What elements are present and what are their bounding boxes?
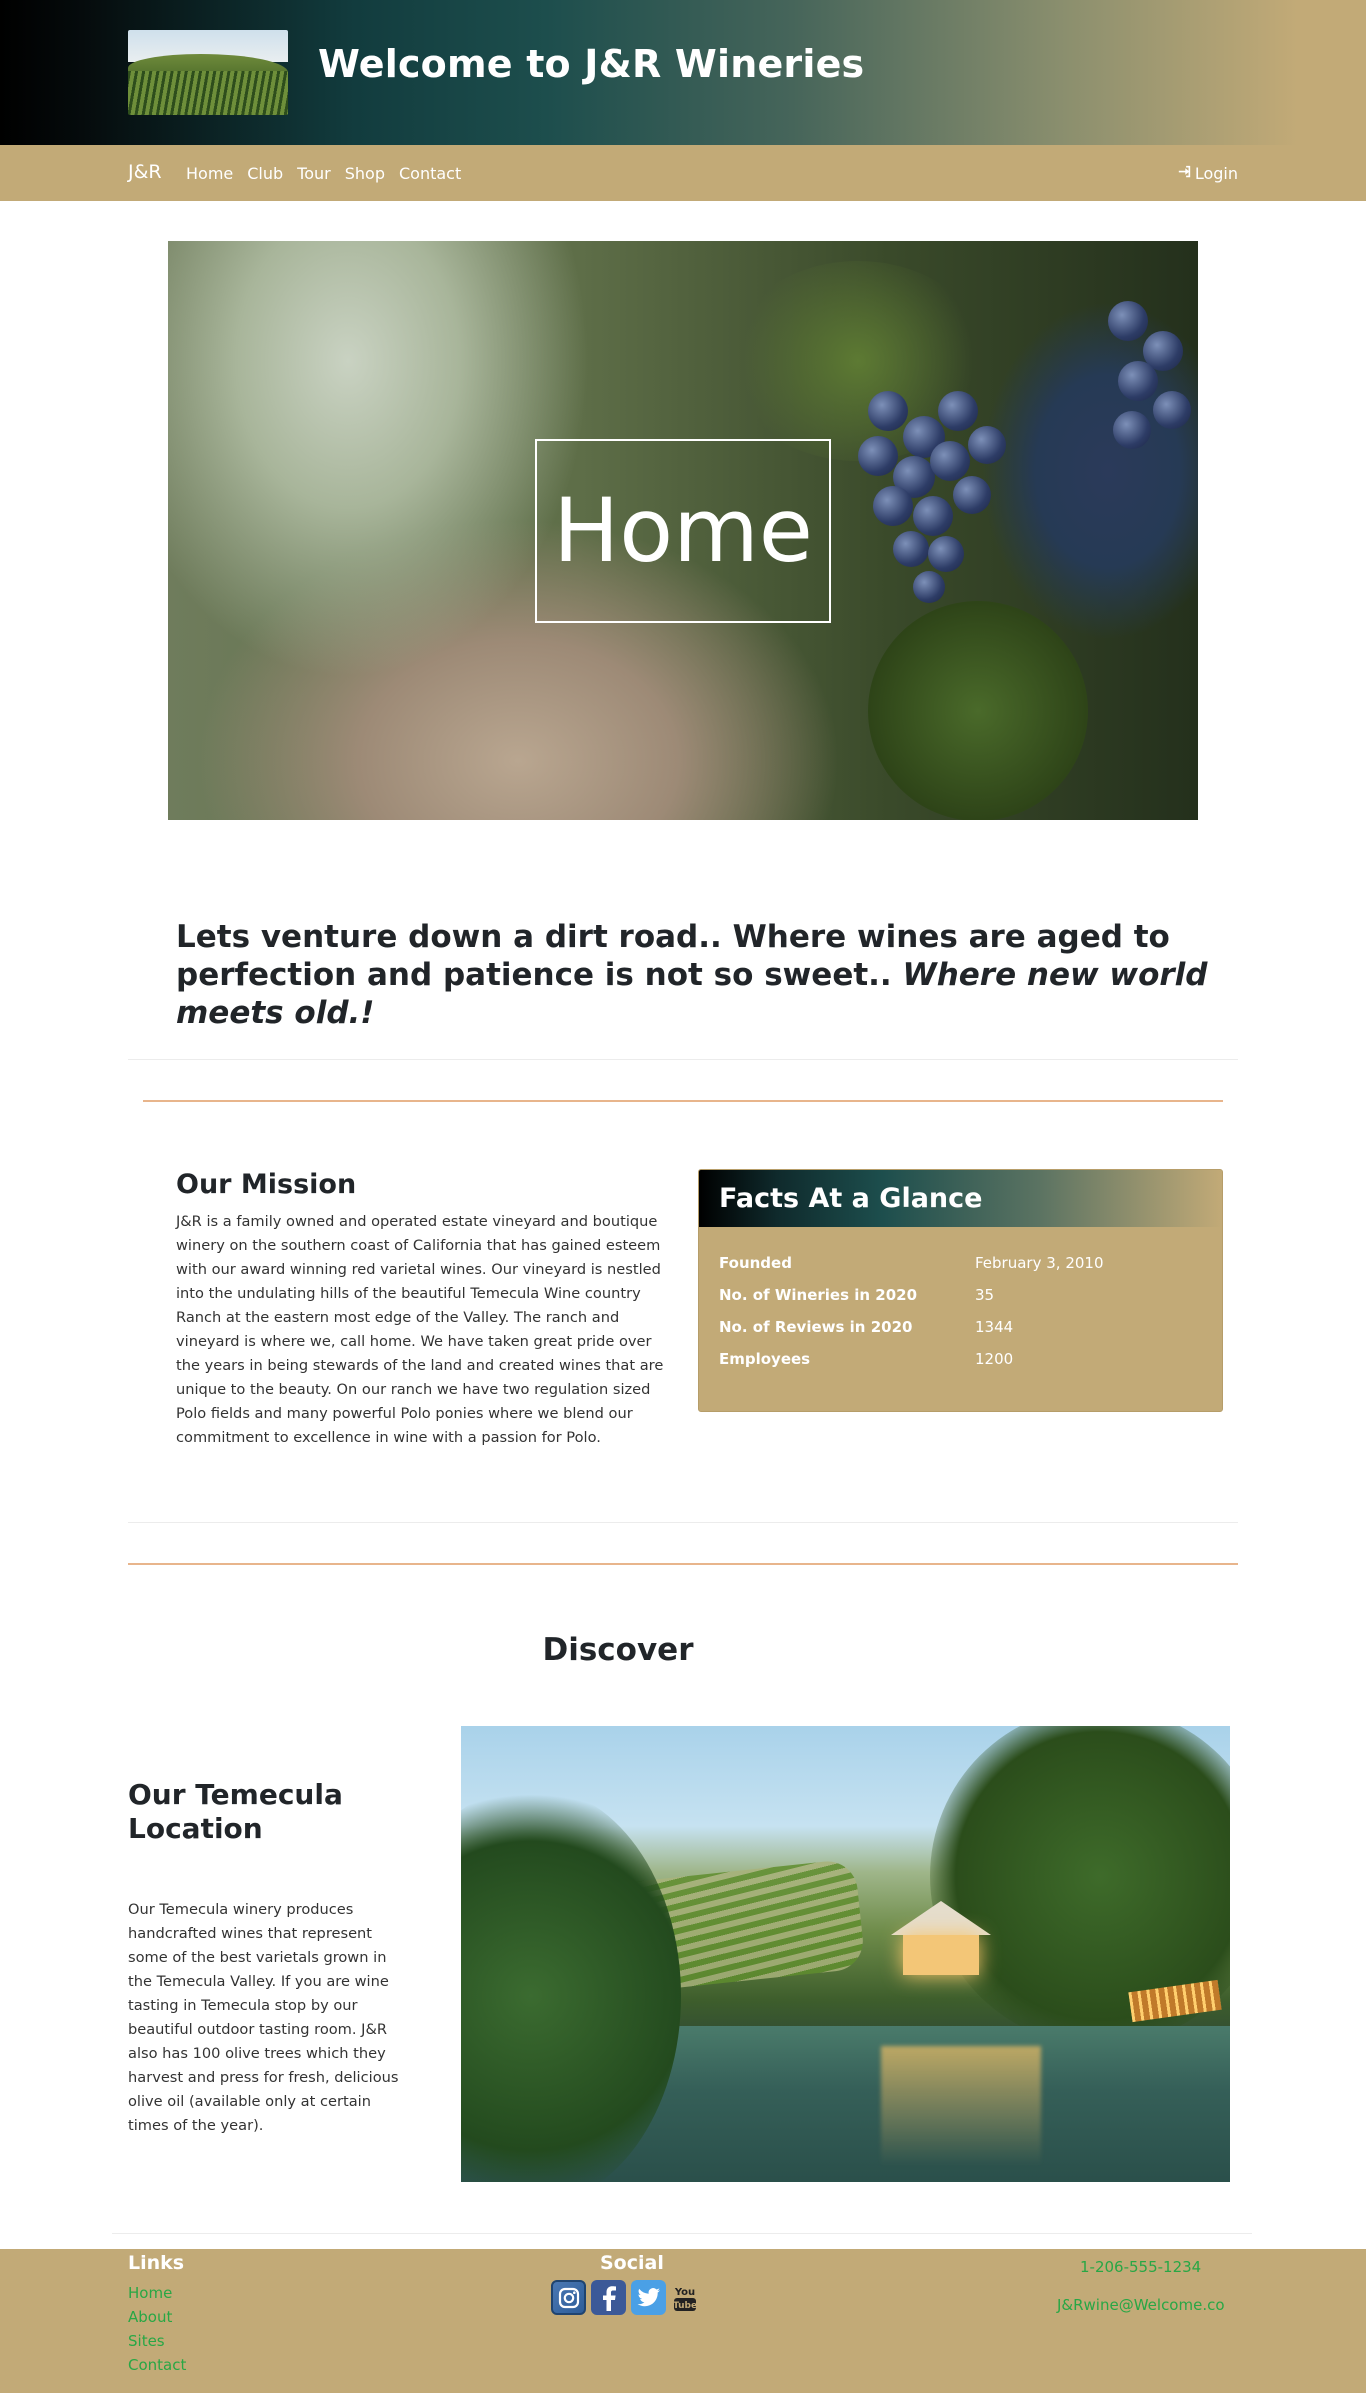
nav-item-home[interactable]: Home (186, 164, 233, 183)
login-link[interactable]: Login (1178, 164, 1238, 183)
nav-links: Home Club Tour Shop Contact (186, 164, 461, 183)
footer-links-title: Links (128, 2252, 185, 2274)
footer-social-title: Social (600, 2252, 664, 2274)
footer-links: Home About Sites Contact (128, 2283, 186, 2375)
page: Welcome to J&R Wineries J&R Home Club To… (0, 0, 1366, 2393)
sign-in-icon (1178, 165, 1191, 182)
header-logo-image (128, 30, 288, 115)
navbar: J&R Home Club Tour Shop Contact Login (0, 145, 1366, 201)
footer-link-sites[interactable]: Sites (128, 2331, 186, 2351)
fact-value: 1200 (975, 1350, 1014, 1368)
fact-value: 1344 (975, 1318, 1014, 1336)
facts-row: Employees 1200 (719, 1343, 1202, 1375)
hero-title: Home (553, 479, 813, 582)
facts-title: Facts At a Glance (719, 1183, 983, 1214)
youtube-icon[interactable]: You Tube (671, 2280, 699, 2315)
nav-item-contact[interactable]: Contact (399, 164, 461, 183)
fact-label: Employees (719, 1350, 811, 1368)
login-label: Login (1194, 164, 1238, 183)
fact-value: 35 (975, 1286, 995, 1304)
nav-item-club[interactable]: Club (247, 164, 283, 183)
mission-text: J&R is a family owned and operated estat… (176, 1213, 664, 1446)
facts-row: No. of Wineries in 2020 35 (719, 1279, 1202, 1311)
footer-link-contact[interactable]: Contact (128, 2355, 186, 2375)
fact-value: February 3, 2010 (975, 1254, 1104, 1272)
social-icons: You Tube (551, 2280, 699, 2315)
site-header: Welcome to J&R Wineries (0, 0, 1366, 145)
youtube-text-you: You (674, 2287, 695, 2298)
accent-divider (128, 1563, 1238, 1565)
temecula-location-image (461, 1726, 1230, 2182)
youtube-text-tube: Tube (673, 2301, 697, 2311)
facts-card: Facts At a Glance Founded February 3, 20… (698, 1169, 1223, 1412)
site-title: Welcome to J&R Wineries (318, 42, 865, 86)
discover-title: Discover (542, 1632, 694, 1668)
facts-row: Founded February 3, 2010 (719, 1247, 1202, 1279)
twitter-icon[interactable] (631, 2280, 666, 2315)
fact-label: Founded (719, 1254, 792, 1272)
location-title: Our Temecula Location (128, 1778, 343, 1845)
footer-link-home[interactable]: Home (128, 2283, 186, 2303)
hero-title-box: Home (535, 439, 831, 623)
mission-title: Our Mission (176, 1169, 357, 1200)
location-text: Our Temecula winery produces handcrafted… (128, 1901, 399, 2134)
nav-item-shop[interactable]: Shop (345, 164, 385, 183)
footer-divider (112, 2233, 1252, 2234)
fact-label: No. of Wineries in 2020 (719, 1286, 918, 1304)
divider (128, 1059, 1238, 1060)
tagline: Lets venture down a dirt road.. Where wi… (176, 918, 1236, 1032)
footer-link-about[interactable]: About (128, 2307, 186, 2327)
footer-phone[interactable]: 1-206-555-1234 (1080, 2258, 1201, 2276)
instagram-icon[interactable] (551, 2280, 586, 2315)
footer-email[interactable]: J&Rwine@Welcome.co (1057, 2296, 1225, 2314)
divider (128, 1522, 1238, 1523)
nav-brand[interactable]: J&R (128, 161, 162, 183)
facts-list: Founded February 3, 2010 No. of Wineries… (699, 1227, 1222, 1375)
facts-card-header: Facts At a Glance (699, 1170, 1222, 1227)
fact-label: No. of Reviews in 2020 (719, 1318, 913, 1336)
nav-item-tour[interactable]: Tour (297, 164, 331, 183)
accent-divider (143, 1100, 1223, 1102)
hero-banner: Home (168, 241, 1198, 820)
facebook-icon[interactable] (591, 2280, 626, 2315)
facts-row: No. of Reviews in 2020 1344 (719, 1311, 1202, 1343)
